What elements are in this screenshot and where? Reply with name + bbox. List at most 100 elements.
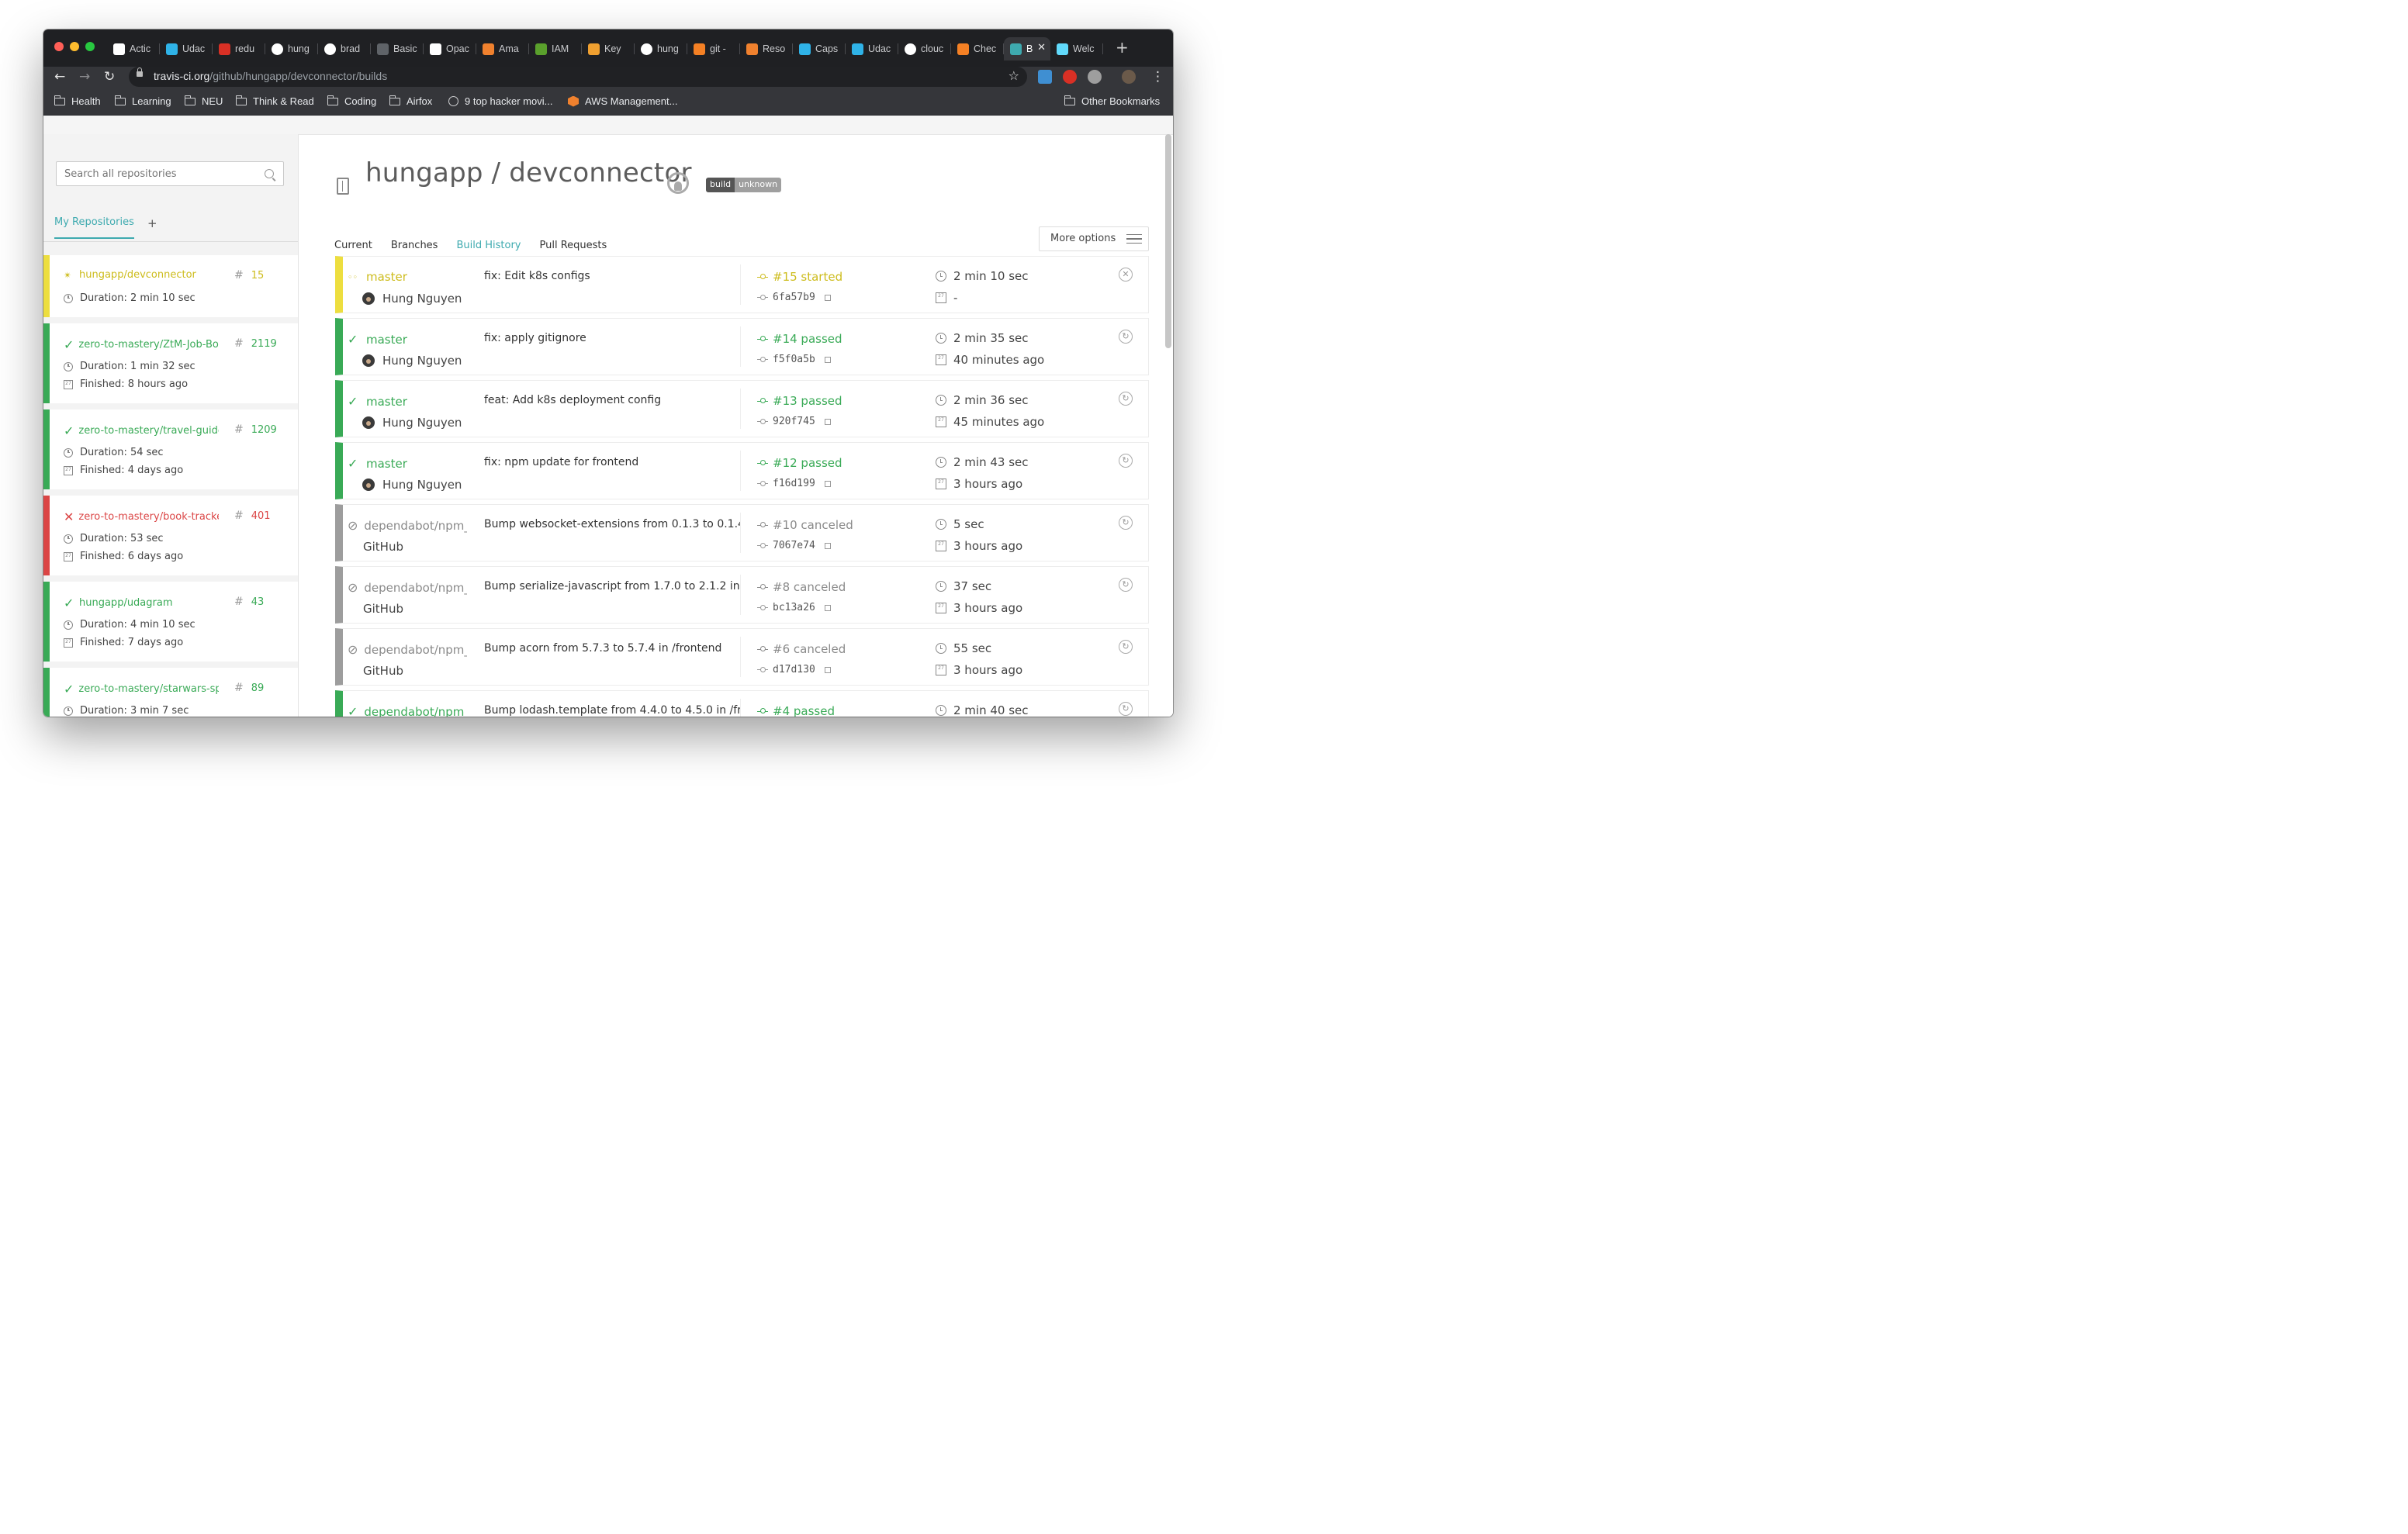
- close-tab-icon[interactable]: ✕: [1037, 42, 1046, 54]
- browser-tab[interactable]: Caps: [793, 37, 846, 60]
- build-number[interactable]: #6 canceled: [757, 642, 846, 656]
- address-bar[interactable]: travis-ci.org/github/hungapp/devconnecto…: [129, 67, 1027, 87]
- commit-message[interactable]: feat: Add k8s deployment config: [484, 394, 740, 406]
- repo-card[interactable]: ✓ zero-to-mastery/travel-guide #1209 Durati…: [43, 409, 298, 489]
- commit-message[interactable]: fix: npm update for frontend: [484, 456, 740, 468]
- restart-build-button[interactable]: ↻: [1119, 702, 1133, 716]
- browser-tab[interactable]: Udac: [846, 37, 898, 60]
- browser-tab[interactable]: Opac: [424, 37, 476, 60]
- browser-tab[interactable]: Ama: [476, 37, 529, 60]
- build-number[interactable]: #15 started: [757, 270, 842, 284]
- reload-button[interactable]: ↻: [104, 68, 115, 85]
- browser-tab[interactable]: hung: [635, 37, 687, 60]
- external-link-icon[interactable]: [824, 418, 831, 425]
- commit-message[interactable]: Bump serialize-javascript from 1.7.0 to …: [484, 580, 740, 593]
- repo-card[interactable]: ✓ hungapp/udagram #43 Duration: 4 min 10 se…: [43, 582, 298, 662]
- build-branch[interactable]: ✓ master: [348, 394, 467, 409]
- repo-build-number[interactable]: #1209: [234, 423, 277, 436]
- bookmark-item[interactable]: NEU: [184, 95, 223, 107]
- extension-icon[interactable]: [1063, 70, 1077, 84]
- forward-button[interactable]: →: [79, 68, 90, 85]
- browser-tab[interactable]: Welc: [1050, 37, 1103, 60]
- bookmark-item[interactable]: AWS Management...: [568, 95, 677, 107]
- external-link-icon[interactable]: [824, 294, 831, 301]
- menu-kebab-icon[interactable]: ⋮: [1151, 68, 1164, 85]
- add-repository-button[interactable]: +: [147, 216, 157, 230]
- bookmark-other[interactable]: Other Bookmarks: [1064, 95, 1160, 107]
- repo-name[interactable]: ✓ hungapp/udagram: [64, 596, 219, 610]
- restart-build-button[interactable]: ↻: [1119, 392, 1133, 406]
- repo-build-number[interactable]: #89: [234, 682, 264, 694]
- browser-tab[interactable]: clouc: [898, 37, 951, 60]
- repo-name[interactable]: ✴ hungapp/devconnector: [64, 269, 219, 281]
- build-number[interactable]: #13 passed: [757, 394, 842, 408]
- build-branch[interactable]: ⊘ dependabot/npm_: [348, 642, 467, 657]
- bookmark-item[interactable]: 9 top hacker movi...: [448, 95, 552, 107]
- profile-avatar[interactable]: [1122, 70, 1136, 84]
- browser-tab[interactable]: redu: [213, 37, 265, 60]
- commit-sha[interactable]: f16d199: [757, 478, 831, 489]
- browser-tab[interactable]: Udac: [160, 37, 213, 60]
- build-branch[interactable]: ⊘ dependabot/npm_: [348, 580, 467, 595]
- browser-tab[interactable]: brad: [318, 37, 371, 60]
- repo-card[interactable]: ✓ zero-to-mastery/starwars-space #89 Durati…: [43, 668, 298, 717]
- search-icon[interactable]: [265, 169, 274, 178]
- build-number[interactable]: #4 passed: [757, 704, 835, 717]
- build-row[interactable]: ◦◦ master Hung Nguyen fix: Edit k8s configs…: [335, 256, 1149, 313]
- repo-name[interactable]: ✓ zero-to-mastery/ZtM-Job-Board: [64, 337, 219, 352]
- commit-sha[interactable]: bc13a26: [757, 602, 831, 613]
- new-tab-button[interactable]: +: [1116, 40, 1129, 55]
- browser-tab[interactable]: Actic: [107, 37, 160, 60]
- build-row[interactable]: ⊘ dependabot/npm_ GitHub Bump acorn from 5.…: [335, 628, 1149, 686]
- build-branch[interactable]: ◦◦ master: [348, 270, 467, 284]
- more-options-button[interactable]: More options: [1039, 226, 1149, 251]
- url-text[interactable]: travis-ci.org/github/hungapp/devconnecto…: [154, 70, 387, 82]
- browser-tab[interactable]: Reso: [740, 37, 793, 60]
- commit-sha[interactable]: f5f0a5b: [757, 354, 831, 365]
- repo-name[interactable]: ✓ zero-to-mastery/starwars-space: [64, 682, 219, 696]
- bookmark-star-icon[interactable]: ☆: [1009, 68, 1019, 83]
- external-link-icon[interactable]: [824, 356, 831, 363]
- page-scrollbar[interactable]: [1165, 134, 1171, 348]
- repo-build-number[interactable]: #15: [234, 269, 264, 282]
- build-number[interactable]: #14 passed: [757, 332, 842, 346]
- build-number[interactable]: #10 canceled: [757, 518, 853, 532]
- repo-build-number[interactable]: #401: [234, 510, 271, 522]
- build-row[interactable]: ✓ master Hung Nguyen fix: npm update for fr…: [335, 442, 1149, 499]
- extension-icon[interactable]: [1038, 70, 1052, 84]
- commit-message[interactable]: Bump acorn from 5.7.3 to 5.7.4 in /front…: [484, 642, 740, 655]
- commit-message[interactable]: Bump websocket-extensions from 0.1.3 to …: [484, 518, 740, 530]
- external-link-icon[interactable]: [824, 542, 831, 549]
- commit-message[interactable]: fix: Edit k8s configs: [484, 270, 740, 282]
- github-icon[interactable]: [667, 172, 689, 194]
- commit-sha[interactable]: 920f745: [757, 416, 831, 427]
- build-number[interactable]: #12 passed: [757, 456, 842, 470]
- commit-sha[interactable]: 7067e74: [757, 540, 831, 551]
- repo-name[interactable]: ✕ zero-to-mastery/book-tracker: [64, 510, 219, 524]
- cancel-build-button[interactable]: ✕: [1119, 268, 1133, 282]
- repo-card[interactable]: ✕ zero-to-mastery/book-tracker #401 Duratio…: [43, 496, 298, 575]
- bookmark-item[interactable]: Learning: [114, 95, 171, 107]
- browser-tab[interactable]: git -: [687, 37, 740, 60]
- bookmark-item[interactable]: Think & Read: [235, 95, 314, 107]
- browser-tab[interactable]: Key: [582, 37, 635, 60]
- commit-message[interactable]: fix: apply gitignore: [484, 332, 740, 344]
- restart-build-button[interactable]: ↻: [1119, 516, 1133, 530]
- repo-card[interactable]: ✴ hungapp/devconnector #15 Duration: 2 min …: [43, 255, 298, 317]
- commit-sha[interactable]: 6fa57b9: [757, 292, 831, 303]
- build-row[interactable]: ✓ master Hung Nguyen feat: Add k8s deployme…: [335, 380, 1149, 437]
- repo-build-number[interactable]: #2119: [234, 337, 277, 350]
- external-link-icon[interactable]: [824, 666, 831, 673]
- repo-build-number[interactable]: #43: [234, 596, 264, 608]
- restart-build-button[interactable]: ↻: [1119, 640, 1133, 654]
- build-number[interactable]: #8 canceled: [757, 580, 846, 594]
- search-box[interactable]: [56, 161, 284, 186]
- browser-tab[interactable]: Basic: [371, 37, 424, 60]
- minimize-window-button[interactable]: [70, 42, 79, 51]
- browser-tab[interactable]: Chec: [951, 37, 1004, 60]
- restart-build-button[interactable]: ↻: [1119, 578, 1133, 592]
- restart-build-button[interactable]: ↻: [1119, 454, 1133, 468]
- build-branch[interactable]: ⊘ dependabot/npm_: [348, 518, 467, 533]
- commit-message[interactable]: Bump lodash.template from 4.4.0 to 4.5.0…: [484, 704, 740, 717]
- browser-tab[interactable]: hung: [265, 37, 318, 60]
